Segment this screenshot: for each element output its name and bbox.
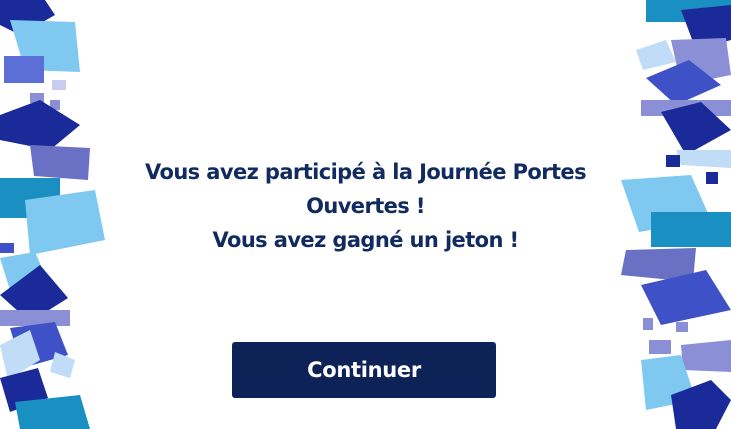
reward-dialog: Vous avez participé à la Journée Portes …	[0, 0, 731, 429]
left-confetti-decoration	[0, 0, 110, 429]
message-line-2: Ouvertes !	[306, 194, 425, 218]
continue-button[interactable]: Continuer	[232, 342, 496, 398]
left-confetti-graphic	[0, 0, 105, 429]
right-confetti-decoration	[621, 0, 731, 429]
message-line-1: Vous avez participé à la Journée Portes	[145, 160, 587, 184]
message-line-3: Vous avez gagné un jeton !	[212, 228, 519, 252]
reward-message: Vous avez participé à la Journée Portes …	[110, 155, 621, 257]
right-confetti-graphic	[621, 0, 731, 429]
